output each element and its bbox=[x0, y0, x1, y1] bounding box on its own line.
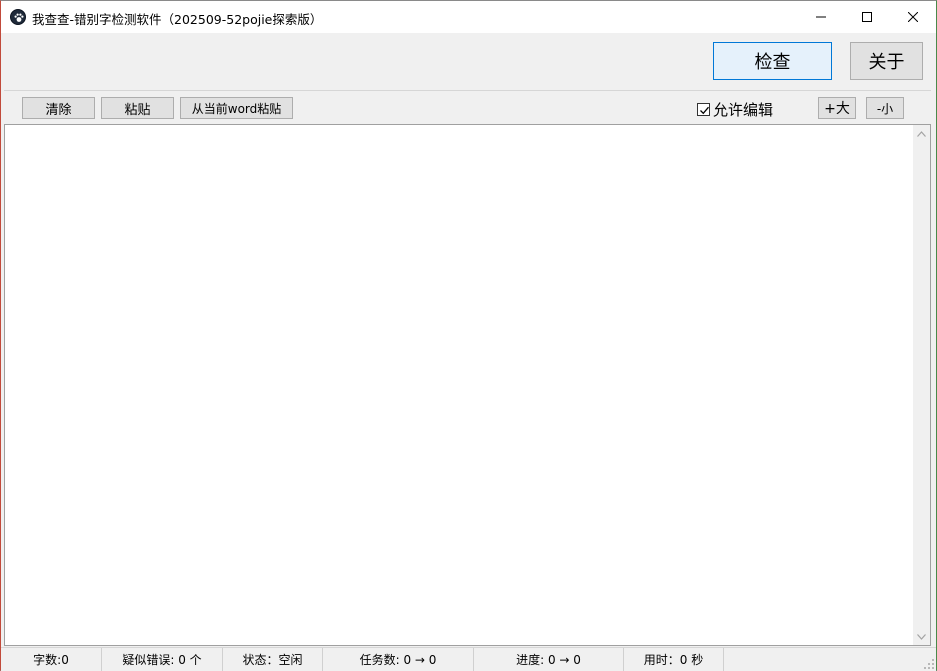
scroll-down-button[interactable] bbox=[913, 628, 930, 645]
status-progress: 进度: 0 → 0 bbox=[474, 648, 624, 671]
window-title: 我查查-错别字检测软件（202509-52pojie探索版） bbox=[32, 12, 323, 27]
check-button[interactable]: 检查 bbox=[713, 42, 832, 80]
checkmark-icon bbox=[700, 106, 709, 114]
paste-from-word-button[interactable]: 从当前word粘贴 bbox=[180, 97, 293, 119]
scroll-up-button[interactable] bbox=[913, 125, 930, 142]
maximize-icon bbox=[862, 12, 872, 22]
text-editor[interactable] bbox=[4, 124, 931, 646]
minimize-icon bbox=[816, 16, 826, 18]
vertical-scrollbar[interactable] bbox=[913, 125, 930, 645]
app-window: 我查查-错别字检测软件（202509-52pojie探索版） 检查 关于 清除 … bbox=[0, 0, 937, 671]
status-tasks: 任务数: 0 → 0 bbox=[323, 648, 474, 671]
command-panel: 检查 关于 bbox=[1, 33, 936, 89]
paste-button[interactable]: 粘贴 bbox=[101, 97, 174, 119]
paw-app-icon bbox=[10, 9, 26, 25]
editor-toolbar: 清除 粘贴 从当前word粘贴 允许编辑 +大 -小 bbox=[4, 90, 931, 124]
font-smaller-button[interactable]: -小 bbox=[866, 97, 904, 119]
chevron-up-icon bbox=[917, 130, 926, 137]
title-bar[interactable]: 我查查-错别字检测软件（202509-52pojie探索版） bbox=[1, 1, 936, 33]
about-button[interactable]: 关于 bbox=[850, 42, 923, 80]
minimize-button[interactable] bbox=[798, 1, 844, 33]
checkbox-box[interactable] bbox=[697, 102, 710, 116]
status-bar: 字数:0 疑似错误: 0 个 状态：空闲 任务数: 0 → 0 进度: 0 → … bbox=[1, 647, 936, 671]
allow-edit-checkbox[interactable]: 允许编辑 bbox=[697, 99, 773, 119]
status-state: 状态：空闲 bbox=[223, 648, 323, 671]
chevron-down-icon bbox=[917, 633, 926, 640]
close-button[interactable] bbox=[890, 1, 936, 33]
maximize-button[interactable] bbox=[844, 1, 890, 33]
resize-grip-icon[interactable] bbox=[924, 659, 934, 669]
clear-button[interactable]: 清除 bbox=[22, 97, 95, 119]
allow-edit-label: 允许编辑 bbox=[713, 100, 774, 119]
close-icon bbox=[908, 12, 918, 22]
status-elapsed: 用时：0 秒 bbox=[624, 648, 724, 671]
status-char-count: 字数:0 bbox=[1, 648, 102, 671]
editor-content[interactable] bbox=[9, 128, 910, 642]
font-larger-button[interactable]: +大 bbox=[818, 97, 856, 119]
status-suspected-errors: 疑似错误: 0 个 bbox=[102, 648, 223, 671]
